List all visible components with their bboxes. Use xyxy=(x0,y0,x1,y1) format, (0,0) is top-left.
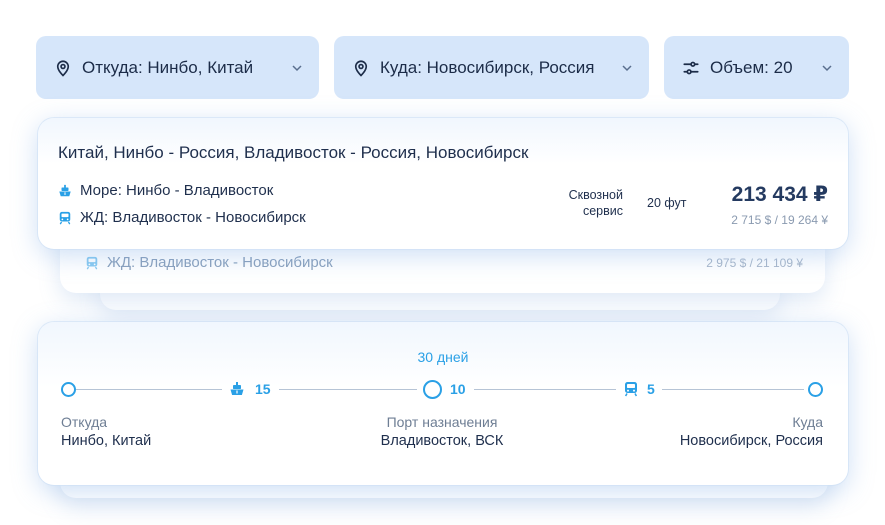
destination-value: Новосибирск, Россия xyxy=(679,433,823,449)
train-icon xyxy=(58,211,72,225)
chevron-down-icon xyxy=(821,64,833,72)
container-size: 20 фут xyxy=(647,196,687,210)
timeline-line xyxy=(662,389,804,390)
destination-node xyxy=(808,382,823,397)
origin-node xyxy=(61,382,76,397)
ship-icon xyxy=(58,184,72,198)
volume-filter-label: Объем: 20 xyxy=(710,57,793,77)
timeline-card: 30 дней 15 10 5 Откуда Нинбо, Китай Порт… xyxy=(38,322,848,485)
service-type: Сквозной сервис xyxy=(568,188,623,218)
port-days: 10 xyxy=(450,381,466,397)
port-label: Порт назначения xyxy=(386,414,498,430)
price-alt-currencies: 2 715 $ / 19 264 ¥ xyxy=(731,213,828,227)
timeline-line xyxy=(279,389,417,390)
sliders-icon xyxy=(682,59,700,77)
ship-icon xyxy=(229,381,245,397)
route-title: Китай, Нинбо - Россия, Владивосток - Рос… xyxy=(58,143,529,162)
timeline-line xyxy=(474,389,616,390)
sea-segment-label: Море: Нинбо - Владивосток xyxy=(80,182,274,199)
price-rub: 213 434 ₽ xyxy=(731,183,828,206)
origin-filter-label: Откуда: Нинбо, Китай xyxy=(82,57,254,77)
alt-rail-segment-label: ЖД: Владивосток - Новосибирск xyxy=(107,254,333,271)
rail-segment-label: ЖД: Владивосток - Новосибирск xyxy=(80,209,306,226)
alt-sub-price: 2 975 $ / 21 109 ¥ xyxy=(706,256,803,270)
sea-segment: Море: Нинбо - Владивосток xyxy=(58,182,273,199)
port-node xyxy=(423,380,442,399)
total-transit-time: 30 дней xyxy=(417,349,469,365)
destination-filter-label: Куда: Новосибирск, Россия xyxy=(380,57,595,77)
destination-label: Куда xyxy=(792,414,823,430)
rail-segment: ЖД: Владивосток - Новосибирск xyxy=(58,209,306,226)
location-pin-icon xyxy=(352,59,370,77)
rail-leg-days: 5 xyxy=(647,381,655,397)
route-card[interactable]: Китай, Нинбо - Россия, Владивосток - Рос… xyxy=(38,118,848,249)
train-icon xyxy=(623,381,639,397)
timeline-line xyxy=(76,389,222,390)
destination-filter[interactable]: Куда: Новосибирск, Россия xyxy=(334,36,649,99)
chevron-down-icon xyxy=(291,64,303,72)
location-pin-icon xyxy=(54,59,72,77)
chevron-down-icon xyxy=(621,64,633,72)
origin-filter[interactable]: Откуда: Нинбо, Китай xyxy=(36,36,319,99)
sea-leg-days: 15 xyxy=(255,381,271,397)
alt-rail-segment: ЖД: Владивосток - Новосибирск xyxy=(85,254,333,271)
volume-filter[interactable]: Объем: 20 xyxy=(664,36,849,99)
train-icon xyxy=(85,256,99,270)
